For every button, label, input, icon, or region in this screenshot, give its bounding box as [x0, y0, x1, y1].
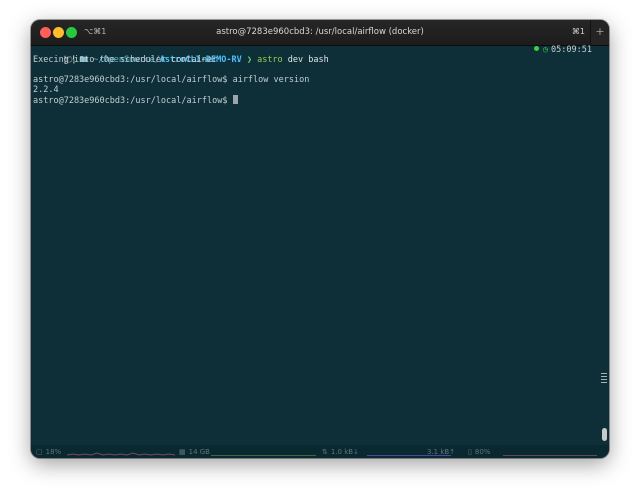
output-line: astro@7283e960cbd3:/usr/local/airflow$ a… [33, 75, 310, 85]
network-icon: ⇅ [322, 448, 328, 456]
prompt-line: 🍽 🖿 ~/OpenSource/AstroCLI-DEMO-RV ❯ astr… [33, 45, 609, 65]
prompt-line-current: astro@7283e960cbd3:/usr/local/airflow$ [33, 95, 609, 106]
terminal-content[interactable]: 🍽 🖿 ~/OpenSource/AstroCLI-DEMO-RV ❯ astr… [33, 45, 609, 106]
clock-time: 05:09:51 [551, 45, 592, 55]
scrollbar-thumb[interactable] [602, 428, 607, 441]
battery-icon: ▯ [468, 448, 472, 456]
new-tab-button[interactable]: + [590, 20, 609, 45]
status-dot-icon [533, 46, 539, 51]
battery-bar [503, 455, 597, 456]
command-args: dev bash [287, 55, 329, 65]
tab-shortcut-right[interactable]: ⌘1 [572, 27, 585, 36]
terminal-window: ⌥⌘1 astro@7283e960cbd3: /usr/local/airfl… [31, 20, 609, 458]
prompt-chevron-icon: ❯ [246, 55, 252, 65]
current-prompt: astro@7283e960cbd3:/usr/local/airflow$ [33, 96, 233, 106]
scrollbar-marks [601, 373, 607, 385]
memory-status: ▦ 14 GB [179, 448, 210, 456]
cpu-icon: ▢ [36, 448, 43, 456]
cpu-sparkline [67, 452, 175, 456]
prompt-right-status: ◷ 05:09:51 [533, 45, 592, 55]
memory-bar [211, 455, 316, 456]
memory-icon: ▦ [179, 448, 186, 456]
network-status: ⇅ 1.0 kB↓ [322, 448, 359, 456]
output-line: 2.2.4 [33, 85, 59, 95]
text-cursor [232, 95, 238, 104]
battery-status: ▯ 80% [468, 448, 491, 456]
cpu-status: ▢ 18% [36, 448, 62, 456]
command-name: astro [257, 55, 283, 65]
window-title: astro@7283e960cbd3: /usr/local/airflow (… [216, 27, 424, 37]
clock-icon: ◷ [542, 45, 549, 55]
title-bar: ⌥⌘1 astro@7283e960cbd3: /usr/local/airfl… [31, 20, 609, 46]
network-up-status: 3.1 kB↑ [427, 448, 456, 456]
status-bar: ▢ 18% ▦ 14 GB ⇅ 1.0 kB↓ 3.1 kB↑ ▯ 80% [31, 445, 609, 458]
